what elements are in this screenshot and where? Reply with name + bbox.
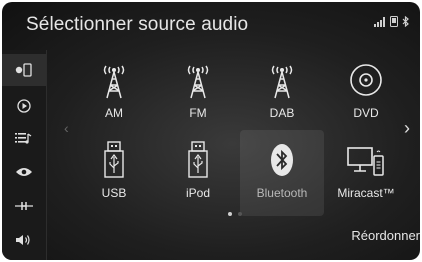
- sidebar-item-tuning[interactable]: [2, 190, 46, 222]
- status-bar: [374, 16, 410, 27]
- sidebar-item-view[interactable]: [2, 156, 46, 188]
- audio-source-screen: Sélectionner source audio ‹ › AM FM DAB …: [2, 2, 420, 260]
- usb-icon: [104, 141, 124, 178]
- source-tile-miracast[interactable]: Miracast™: [324, 130, 408, 216]
- source-label: FM: [189, 106, 207, 120]
- reorder-button[interactable]: Réordonner: [351, 228, 420, 243]
- source-label: DAB: [269, 106, 295, 120]
- bluetooth-icon: [271, 144, 293, 176]
- source-tile-fm[interactable]: FM: [156, 50, 240, 136]
- page-indicator: [228, 212, 242, 216]
- radio-tower-icon: [103, 65, 125, 99]
- sidebar-item-phone-media[interactable]: [2, 54, 46, 86]
- sidebar-item-play[interactable]: [2, 90, 46, 122]
- header: Sélectionner source audio: [2, 2, 420, 44]
- source-tile-bluetooth[interactable]: Bluetooth: [240, 130, 324, 216]
- source-tile-ipod[interactable]: iPod: [156, 130, 240, 216]
- source-tile-usb[interactable]: USB: [72, 130, 156, 216]
- volume-icon: [16, 235, 30, 245]
- page-title: Sélectionner source audio: [26, 14, 249, 35]
- sidebar-item-playlist[interactable]: [2, 122, 46, 154]
- usb-icon: [188, 141, 208, 178]
- miracast-icon: [347, 147, 384, 176]
- page-dot-active: [228, 212, 232, 216]
- tuning-icon: [15, 202, 33, 210]
- source-tile-am[interactable]: AM: [72, 50, 156, 136]
- page-dot: [238, 212, 242, 216]
- bluetooth-icon: [402, 16, 409, 27]
- playlist-icon: [15, 133, 32, 144]
- source-label: iPod: [185, 186, 211, 200]
- phone-media-icon: [15, 63, 32, 77]
- source-tile-dab[interactable]: DAB: [240, 50, 324, 136]
- source-grid: AM FM DAB DVD USB iPod Bluetooth Miracas…: [54, 50, 414, 220]
- sidebar-item-volume[interactable]: [2, 224, 46, 256]
- play-circle-icon: [17, 99, 31, 113]
- source-label: USB: [101, 186, 127, 200]
- source-label: AM: [105, 106, 123, 120]
- radio-tower-icon: [271, 65, 293, 99]
- source-label: Miracast™: [337, 186, 395, 200]
- phone-icon: [390, 16, 398, 27]
- disc-icon: [350, 64, 382, 96]
- signal-icon: [374, 17, 385, 27]
- eye-icon: [16, 168, 32, 176]
- source-tile-dvd[interactable]: DVD: [324, 50, 408, 136]
- source-label: DVD: [353, 106, 379, 120]
- radio-tower-icon: [187, 65, 209, 99]
- sidebar: [2, 50, 47, 260]
- source-label: Bluetooth: [256, 186, 308, 200]
